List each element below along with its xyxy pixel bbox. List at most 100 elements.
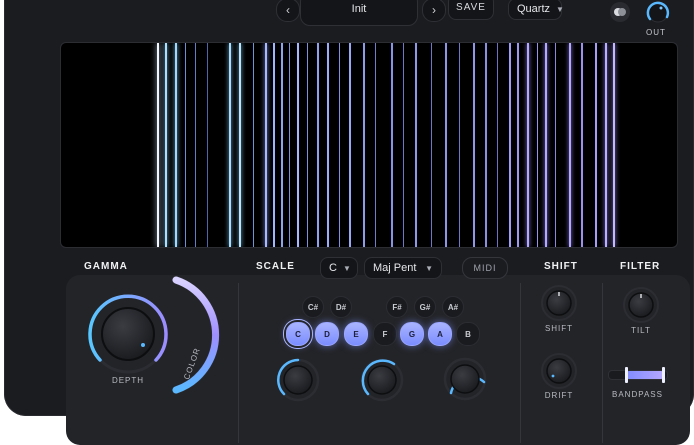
spectral-line [349,43,351,247]
color-arc-slider[interactable] [164,272,224,400]
spectral-line [581,43,583,247]
tilt-label: TILT [631,326,651,335]
section-divider [602,283,603,443]
key-label: F [382,329,388,339]
output-label: OUT [646,28,666,37]
spectral-line [317,43,319,247]
output-knob[interactable] [644,0,672,28]
key-b[interactable]: B [456,322,480,346]
tuning-value: Quartz [517,3,551,15]
midi-label: MIDI [473,263,497,273]
key-f-sharp[interactable]: F# [386,296,408,318]
key-label: G [408,329,416,339]
spectral-line [497,43,498,247]
spectral-line [229,43,231,247]
filter-title: FILTER [620,261,661,272]
root-note-select[interactable]: C ▼ [320,257,358,279]
prev-preset-button[interactable]: ‹ [276,0,300,22]
drift-knob[interactable] [540,352,578,390]
drift-label: DRIFT [544,391,574,400]
key-d[interactable]: D [315,322,339,346]
gamma-title: GAMMA [84,261,128,272]
scale-mode-select[interactable]: Maj Pent ▼ [364,257,442,279]
scale-title: SCALE [256,261,295,272]
midi-button[interactable]: MIDI [462,257,508,279]
spectral-line [273,43,275,247]
key-label: E [353,329,359,339]
spectrum-display [60,42,678,248]
spectral-line [555,43,556,247]
tuning-select[interactable]: Quartz ▼ [508,0,564,20]
spectral-line [509,43,511,247]
root-note-value: C [329,262,337,274]
link-toggle-button[interactable] [610,2,630,22]
key-g[interactable]: G [400,322,424,346]
spectral-line [327,43,329,247]
spectral-line [537,43,538,247]
spectral-line [431,43,432,247]
spectral-line [195,43,196,247]
preset-name: Init [351,3,367,15]
spectral-line [595,43,597,247]
spectral-line [605,43,607,247]
link-circles-icon [614,8,626,16]
spectral-line [207,43,208,247]
spectral-line [375,43,376,247]
preset-name-field[interactable]: Init [300,0,418,26]
bandpass-label: BANDPASS [612,390,663,399]
key-a-sharp[interactable]: A# [442,296,464,318]
bandpass-high-handle[interactable] [662,367,665,383]
key-a[interactable]: A [428,322,452,346]
spectral-line [289,43,290,247]
spectral-line [185,43,186,247]
key-c[interactable]: C [286,322,310,346]
section-divider [238,283,239,443]
scale-knob-1[interactable] [276,358,320,402]
key-f[interactable]: F [373,322,397,346]
save-button[interactable]: SAVE [448,0,494,20]
spectral-line [281,43,283,247]
key-label: D [324,329,330,339]
spectral-line [569,43,571,247]
next-preset-button[interactable]: › [422,0,446,22]
chevron-left-icon: ‹ [286,3,290,17]
spectral-line [403,43,404,247]
spectral-line [307,43,308,247]
spectral-line [473,43,475,247]
bandpass-slider[interactable] [608,367,668,383]
key-c-sharp[interactable]: C# [302,296,324,318]
spectral-line [339,43,340,247]
spectral-line [239,43,241,247]
bandpass-range-fill [625,371,665,379]
spectral-line [445,43,447,247]
key-label: A# [447,302,459,312]
key-g-sharp[interactable]: G# [414,296,436,318]
chevron-down-icon: ▼ [342,263,351,273]
section-divider [520,283,521,443]
spectral-line [485,43,487,247]
depth-label: DEPTH [111,376,145,385]
key-label: B [465,329,471,339]
scale-knob-3[interactable] [442,356,488,402]
shift-knob[interactable] [540,284,578,322]
key-label: C# [307,302,319,312]
key-label: G# [419,302,431,312]
key-label: A [437,329,443,339]
spectral-line [459,43,460,247]
spectral-line [297,43,299,247]
scale-knob-2[interactable] [360,358,404,402]
key-d-sharp[interactable]: D# [330,296,352,318]
save-button-label: SAVE [456,1,486,13]
spectral-line [165,43,167,247]
spectral-line [363,43,365,247]
depth-knob[interactable] [86,292,172,378]
spectral-line [517,43,519,247]
bandpass-low-handle[interactable] [625,367,628,383]
spectral-line [265,43,267,247]
key-label: D# [335,302,347,312]
chevron-down-icon: ▼ [556,4,564,14]
spectral-line [545,43,547,247]
spectral-line [527,43,529,247]
tilt-knob[interactable] [622,286,660,324]
key-e[interactable]: E [344,322,368,346]
